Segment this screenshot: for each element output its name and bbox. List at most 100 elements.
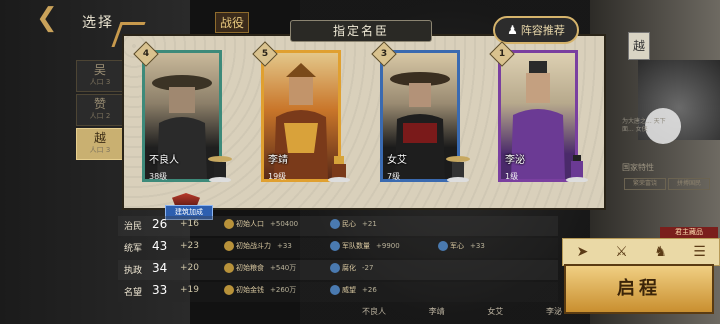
stat-value: 33 [152,283,168,297]
stat-name: 治民 [124,222,143,232]
bottom-label: 李靖 [428,307,445,316]
buff-item: 初始金钱 +260万 [224,285,296,295]
stat-value: 26 [152,217,168,231]
stat-increase: +19 [180,285,199,295]
sword-icon[interactable]: ⚔ [611,243,633,261]
buff-label: 腐化 [342,264,356,272]
lineup-recommend-label: 阵容推荐 [520,24,565,37]
clan-sub: 人口 3 [89,146,111,154]
bottom-minister-labels: 不良人 李靖 女艾 李泌 [362,306,562,324]
stat-row: 统军 43 +23 初始战斗力 +33 军队数量 +9900 军心 +33 [118,238,558,258]
screen-tab[interactable]: 战役 [215,12,250,33]
buff-item: 初始战斗力 +33 [224,241,292,251]
buff-value: -27 [362,264,374,272]
bottom-label: 不良人 [362,307,386,316]
buff-value: +33 [277,242,292,250]
grain-icon [224,263,234,273]
buff-item: 初始粮食 +540万 [224,263,296,273]
clan-name: 越 [93,131,106,145]
minifigure-icon [328,156,350,182]
rank-value: 5 [261,49,269,59]
clan-item-yue[interactable]: 越 人口 3 [76,128,124,160]
right-clan-card: 越 [628,32,650,60]
clan-sub: 人口 2 [89,112,111,120]
minifigure-icon [566,155,588,182]
chess-piece-icon: ♟ [507,23,518,37]
buff-item: 腐化 -27 [330,263,373,273]
buff-item: 初始人口 +50400 [224,219,298,229]
bottom-label: 李泌 [545,307,562,316]
clan-sub: 人口 3 [89,78,111,86]
corruption-icon [330,263,340,273]
back-arrow-icon[interactable]: ❮ [36,4,80,32]
clan-name: 吴 [93,63,106,77]
modal-title: 指定名臣 [290,20,432,42]
stat-row: 执政 34 +20 初始粮食 +540万 腐化 -27 [118,260,558,280]
buff-value: +21 [362,220,377,228]
horse-icon[interactable]: ♞ [650,243,672,261]
bottom-label: 女艾 [487,307,504,316]
buff-label: 民心 [342,220,356,228]
card-level: 7级 [387,172,401,181]
buff-label: 初始粮食 [236,264,264,272]
screen-title: 选择 [82,15,114,31]
trait-chip[interactable]: 拼搏国民 [668,178,710,190]
start-journey-button[interactable]: 启程 [564,264,714,314]
lineup-recommend-button[interactable]: ♟ 阵容推荐 [493,16,579,44]
stat-name: 统军 [124,244,143,254]
stat-row: 名望 33 +19 初始金钱 +260万 威望 +26 [118,282,558,302]
buff-value: +9900 [376,242,400,250]
buff-value: +50400 [270,220,299,228]
gold-icon [224,285,234,295]
card-name: 女艾 [387,155,407,166]
buff-item: 军队数量 +9900 [330,241,400,251]
minifigure-icon [208,156,232,182]
stat-increase: +23 [180,241,199,251]
buff-value: +33 [470,242,485,250]
clan-item-wu[interactable]: 吴 人口 3 [76,60,124,92]
buff-label: 威望 [342,286,356,294]
rank-value: 3 [380,49,388,59]
buff-item: 民心 +21 [330,219,377,229]
card-name: 不良人 [149,155,179,166]
buff-label: 初始人口 [236,220,264,228]
buff-item: 军心 +33 [438,241,485,251]
stat-value: 34 [152,261,168,275]
stat-name: 名望 [124,288,143,298]
lord-collection-tag: 君主藏品 [660,227,718,238]
scroll-icon[interactable]: ☰ [689,243,711,261]
minifigure-icon [446,156,470,182]
army-morale-icon [438,241,448,251]
nation-traits-header: 国家特性 [622,163,654,172]
buff-label: 军心 [450,242,464,250]
bow-icon[interactable]: ➤ [572,243,594,261]
population-icon [224,219,234,229]
buff-value: +540万 [270,264,297,272]
trait-chip[interactable]: 繁荣富饶 [624,178,666,190]
rank-value: 1 [498,49,506,59]
card-level: 38级 [149,172,168,181]
stat-increase: +16 [180,219,199,229]
clan-name: 赞 [93,97,106,111]
buff-value: +260万 [270,286,297,294]
buff-label: 初始金钱 [236,286,264,294]
rank-value: 4 [142,49,150,59]
buff-label: 军队数量 [342,242,370,250]
card-level: 19级 [268,172,287,181]
army-icon [330,241,340,251]
morale-icon [330,219,340,229]
buff-label: 初始战斗力 [236,242,271,250]
card-name: 李泌 [505,155,525,166]
stat-value: 43 [152,239,168,253]
stat-name: 执政 [124,266,143,276]
lord-collection-strip[interactable]: ➤ ⚔ ♞ ☰ [562,238,720,266]
card-name: 李靖 [268,155,288,166]
buff-item: 威望 +26 [330,285,377,295]
prestige-icon [330,285,340,295]
combat-power-icon [224,241,234,251]
clan-item-zan[interactable]: 赞 人口 2 [76,94,124,126]
stat-increase: +20 [180,263,199,273]
buff-value: +26 [362,286,377,294]
card-level: 1级 [505,172,519,181]
stat-row: 治民 26 +16 初始人口 +50400 民心 +21 [118,216,558,236]
